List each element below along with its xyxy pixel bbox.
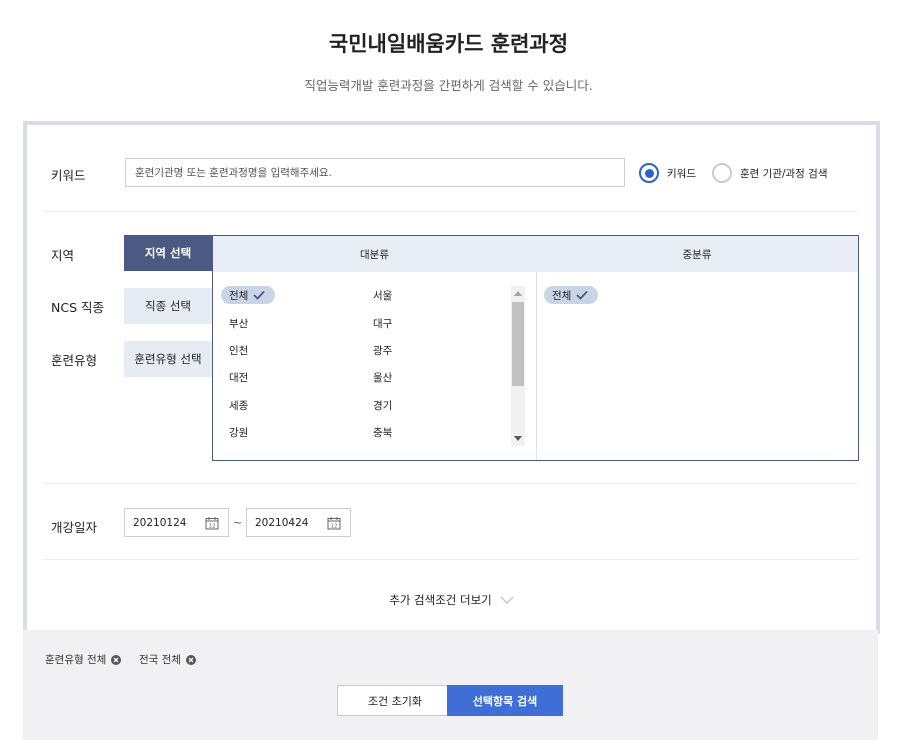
major-list-scrollbar[interactable] <box>511 286 525 446</box>
search-button[interactable]: 선택항목 검색 <box>447 685 563 716</box>
major-category-header: 대분류 <box>213 236 536 272</box>
check-icon <box>576 290 588 300</box>
keyword-label: 키워드 <box>51 168 86 183</box>
radio-keyword[interactable]: 키워드 <box>639 163 696 183</box>
radio-keyword-label: 키워드 <box>667 167 696 180</box>
major-item[interactable]: 광주 <box>373 343 392 358</box>
page-title: 국민내일배움카드 훈련과정 <box>328 32 569 56</box>
remove-tag-icon[interactable] <box>185 654 196 665</box>
tag-training-type: 훈련유형 전체 <box>45 652 122 667</box>
keyword-input[interactable] <box>125 158 625 187</box>
major-item[interactable]: 대구 <box>373 316 392 331</box>
tag-training-type-label: 훈련유형 전체 <box>45 654 107 666</box>
radio-institution-circle <box>712 163 732 183</box>
svg-text:12: 12 <box>331 524 338 530</box>
end-date-value: 20210424 <box>255 516 309 529</box>
tag-region: 전국 전체 <box>139 652 196 667</box>
divider <box>43 559 858 560</box>
divider <box>43 483 858 484</box>
search-panel: 키워드 키워드 훈련 기관/과정 검색 지역 NCS 직종 훈련유형 지역 선택… <box>23 121 880 634</box>
ncs-select-button[interactable]: 직종 선택 <box>124 288 212 324</box>
minor-category-header: 중분류 <box>536 236 858 272</box>
scroll-down-arrow-icon[interactable] <box>514 436 522 441</box>
major-item[interactable]: 인천 <box>229 343 248 358</box>
start-date-label: 개강일자 <box>51 520 98 535</box>
major-item-all-label: 전체 <box>229 289 249 302</box>
major-item[interactable]: 충북 <box>373 425 392 440</box>
more-conditions-label: 추가 검색조건 더보기 <box>389 593 492 607</box>
scroll-up-arrow-icon[interactable] <box>514 291 522 296</box>
training-type-select-button[interactable]: 훈련유형 선택 <box>124 341 212 377</box>
divider <box>43 211 858 212</box>
ncs-label: NCS 직종 <box>51 300 104 315</box>
svg-text:12: 12 <box>209 524 216 530</box>
chevron-down-icon <box>500 596 514 604</box>
remove-tag-icon[interactable] <box>111 654 122 665</box>
start-date-value: 20210124 <box>133 516 187 529</box>
end-date-field[interactable]: 20210424 12 <box>246 508 351 537</box>
scrollbar-thumb[interactable] <box>512 302 524 386</box>
minor-item-all[interactable]: 전체 <box>544 286 599 304</box>
region-selector: 대분류 중분류 전체 부산 인천 대전 세종 강원 서울 대구 광주 울산 경기… <box>212 235 859 461</box>
region-label: 지역 <box>51 248 75 263</box>
major-item[interactable]: 울산 <box>373 370 392 385</box>
region-select-button[interactable]: 지역 선택 <box>124 235 212 271</box>
page-subtitle: 직업능력개발 훈련과정을 간편하게 검색할 수 있습니다. <box>304 78 593 93</box>
major-item[interactable]: 부산 <box>229 316 248 331</box>
minor-item-all-label: 전체 <box>552 289 572 302</box>
training-type-label: 훈련유형 <box>51 353 98 368</box>
radio-institution[interactable]: 훈련 기관/과정 검색 <box>712 163 828 183</box>
selected-conditions-bar: 훈련유형 전체 전국 전체 조건 초기화 선택항목 검색 <box>23 630 878 740</box>
radio-institution-label: 훈련 기관/과정 검색 <box>740 167 828 180</box>
reset-button[interactable]: 조건 초기화 <box>337 685 453 716</box>
more-conditions-toggle[interactable]: 추가 검색조건 더보기 <box>27 592 876 608</box>
radio-keyword-circle <box>639 163 659 183</box>
calendar-icon[interactable]: 12 <box>205 516 219 530</box>
check-icon <box>253 290 265 300</box>
major-item[interactable]: 대전 <box>229 370 248 385</box>
start-date-field[interactable]: 20210124 12 <box>124 508 229 537</box>
date-separator: ~ <box>233 516 243 529</box>
major-item-all[interactable]: 전체 <box>221 286 276 304</box>
calendar-icon[interactable]: 12 <box>327 516 341 530</box>
major-item[interactable]: 서울 <box>373 288 392 303</box>
major-item[interactable]: 경기 <box>373 398 392 413</box>
major-item[interactable]: 강원 <box>229 425 248 440</box>
major-item[interactable]: 세종 <box>229 398 248 413</box>
tag-region-label: 전국 전체 <box>139 654 181 666</box>
column-divider <box>536 272 537 460</box>
